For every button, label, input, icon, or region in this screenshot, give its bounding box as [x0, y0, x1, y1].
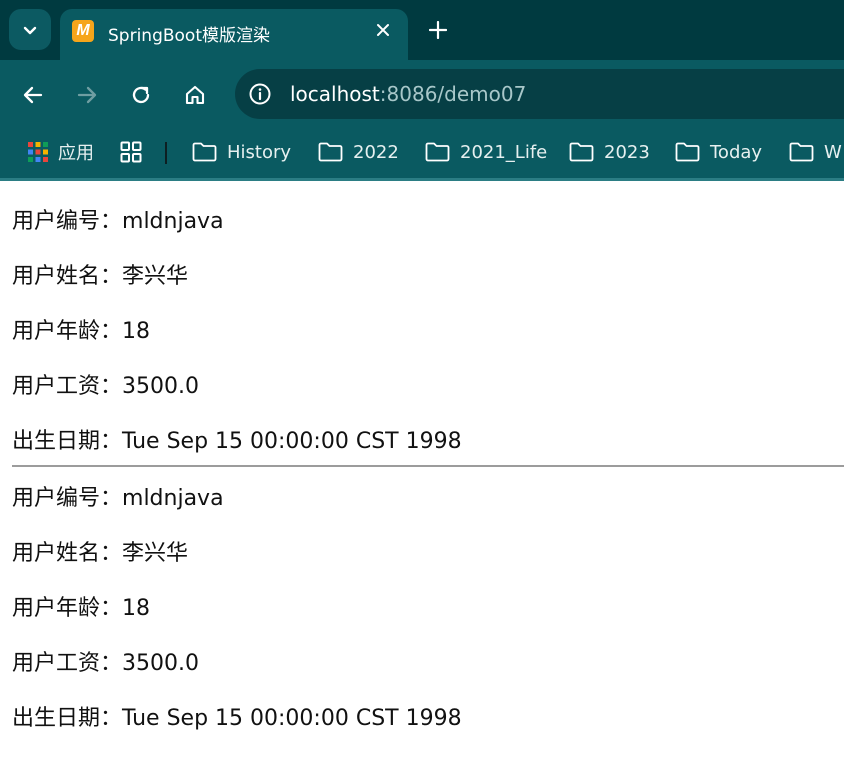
- user-birthday-row: 出生日期：Tue Sep 15 00:00:00 CST 1998: [12, 678, 844, 733]
- tab-search-button[interactable]: [9, 9, 51, 50]
- folder-icon: [318, 142, 343, 162]
- url-path: :8086/demo07: [379, 82, 527, 106]
- field-label: 用户年龄：: [12, 596, 123, 621]
- home-icon: [185, 85, 205, 105]
- field-value: 李兴华: [122, 264, 189, 289]
- field-value: Tue Sep 15 00:00:00 CST 1998: [122, 706, 462, 731]
- user-age-row: 用户年龄：18: [12, 568, 844, 623]
- bookmark-label: 应用: [58, 143, 94, 164]
- field-value: mldnjava: [122, 486, 224, 511]
- address-bar[interactable]: localhost:8086/demo07: [235, 69, 844, 119]
- folder-icon: [192, 142, 217, 162]
- field-value: 3500.0: [122, 651, 199, 676]
- reload-icon: [132, 86, 150, 104]
- site-info-button[interactable]: [248, 82, 272, 106]
- reload-button[interactable]: [127, 81, 155, 109]
- browser-toolbar: localhost:8086/demo07: [0, 60, 844, 128]
- bookmark-label: History: [227, 141, 292, 163]
- field-label: 用户姓名：: [12, 541, 123, 566]
- info-icon: [249, 83, 271, 105]
- field-label: 出生日期：: [12, 706, 123, 731]
- folder-icon: [675, 142, 700, 162]
- tab-title: SpringBoot模版渲染: [108, 26, 270, 46]
- page-content: 用户编号：mldnjava 用户姓名：李兴华 用户年龄：18 用户工资：3500…: [0, 181, 844, 733]
- bookmark-folder-2022[interactable]: 2022: [318, 139, 399, 165]
- tab-strip: M SpringBoot模版渲染: [0, 0, 844, 60]
- bookmark-label: W: [824, 141, 842, 163]
- user-id-row: 用户编号：mldnjava: [12, 458, 844, 513]
- bookmark-folder-w[interactable]: W: [789, 139, 842, 165]
- field-label: 用户年龄：: [12, 319, 123, 344]
- user-record: 用户编号：mldnjava 用户姓名：李兴华 用户年龄：18 用户工资：3500…: [0, 458, 844, 733]
- bookmark-label: 2022: [353, 141, 399, 163]
- bookmark-label: 2021_Life: [460, 141, 548, 163]
- home-button[interactable]: [181, 81, 209, 109]
- field-label: 用户工资：: [12, 374, 123, 399]
- close-icon: [377, 24, 389, 36]
- bookmark-folder-2021-life[interactable]: 2021_Life: [425, 139, 547, 165]
- url-text[interactable]: localhost:8086/demo07: [290, 82, 526, 106]
- new-tab-button[interactable]: [424, 16, 452, 44]
- folder-icon: [569, 142, 594, 162]
- tab-close-button[interactable]: [372, 19, 394, 41]
- user-salary-row: 用户工资：3500.0: [12, 346, 844, 401]
- folder-icon: [425, 142, 450, 162]
- back-button[interactable]: [19, 81, 47, 109]
- field-label: 用户姓名：: [12, 264, 123, 289]
- bookmark-folder-2023[interactable]: 2023: [569, 139, 650, 165]
- field-value: mldnjava: [122, 209, 224, 234]
- browser-tab-active[interactable]: M SpringBoot模版渲染: [60, 9, 408, 60]
- field-value: 李兴华: [122, 541, 189, 566]
- field-label: 出生日期：: [12, 429, 123, 454]
- arrow-left-icon: [23, 86, 43, 104]
- arrow-right-icon: [77, 86, 97, 104]
- forward-button[interactable]: [73, 81, 101, 109]
- field-value: 3500.0: [122, 374, 199, 399]
- user-birthday-row: 出生日期：Tue Sep 15 00:00:00 CST 1998: [12, 401, 844, 456]
- user-name-row: 用户姓名：李兴华: [12, 236, 844, 291]
- bookmark-folder-history[interactable]: History: [192, 139, 291, 165]
- field-label: 用户编号：: [12, 486, 123, 511]
- user-record: 用户编号：mldnjava 用户姓名：李兴华 用户年龄：18 用户工资：3500…: [0, 181, 844, 456]
- field-value: Tue Sep 15 00:00:00 CST 1998: [122, 429, 462, 454]
- tab-groups-icon: [120, 141, 142, 163]
- field-value: 18: [122, 319, 151, 344]
- folder-icon: [789, 142, 814, 162]
- user-id-row: 用户编号：mldnjava: [12, 181, 844, 236]
- plus-icon: [429, 21, 447, 39]
- apps-grid-icon: [28, 142, 48, 162]
- field-value: 18: [122, 596, 151, 621]
- bookmark-apps[interactable]: 应用: [28, 139, 94, 165]
- user-salary-row: 用户工资：3500.0: [12, 623, 844, 678]
- favicon-icon: M: [72, 20, 94, 42]
- field-label: 用户工资：: [12, 651, 123, 676]
- bookmark-label: Today: [710, 141, 763, 163]
- url-host: localhost: [290, 82, 380, 106]
- field-label: 用户编号：: [12, 209, 123, 234]
- bookmark-folder-today[interactable]: Today: [675, 139, 762, 165]
- bookmark-label: 2023: [604, 141, 650, 163]
- bookmark-tab-groups[interactable]: [120, 139, 152, 165]
- user-name-row: 用户姓名：李兴华: [12, 513, 844, 568]
- bookmarks-bar: 应用 History 2022 2021_Life 2023 Today W: [0, 128, 844, 181]
- chevron-down-icon: [23, 26, 37, 34]
- user-age-row: 用户年龄：18: [12, 291, 844, 346]
- bookmarks-separator: [165, 142, 167, 164]
